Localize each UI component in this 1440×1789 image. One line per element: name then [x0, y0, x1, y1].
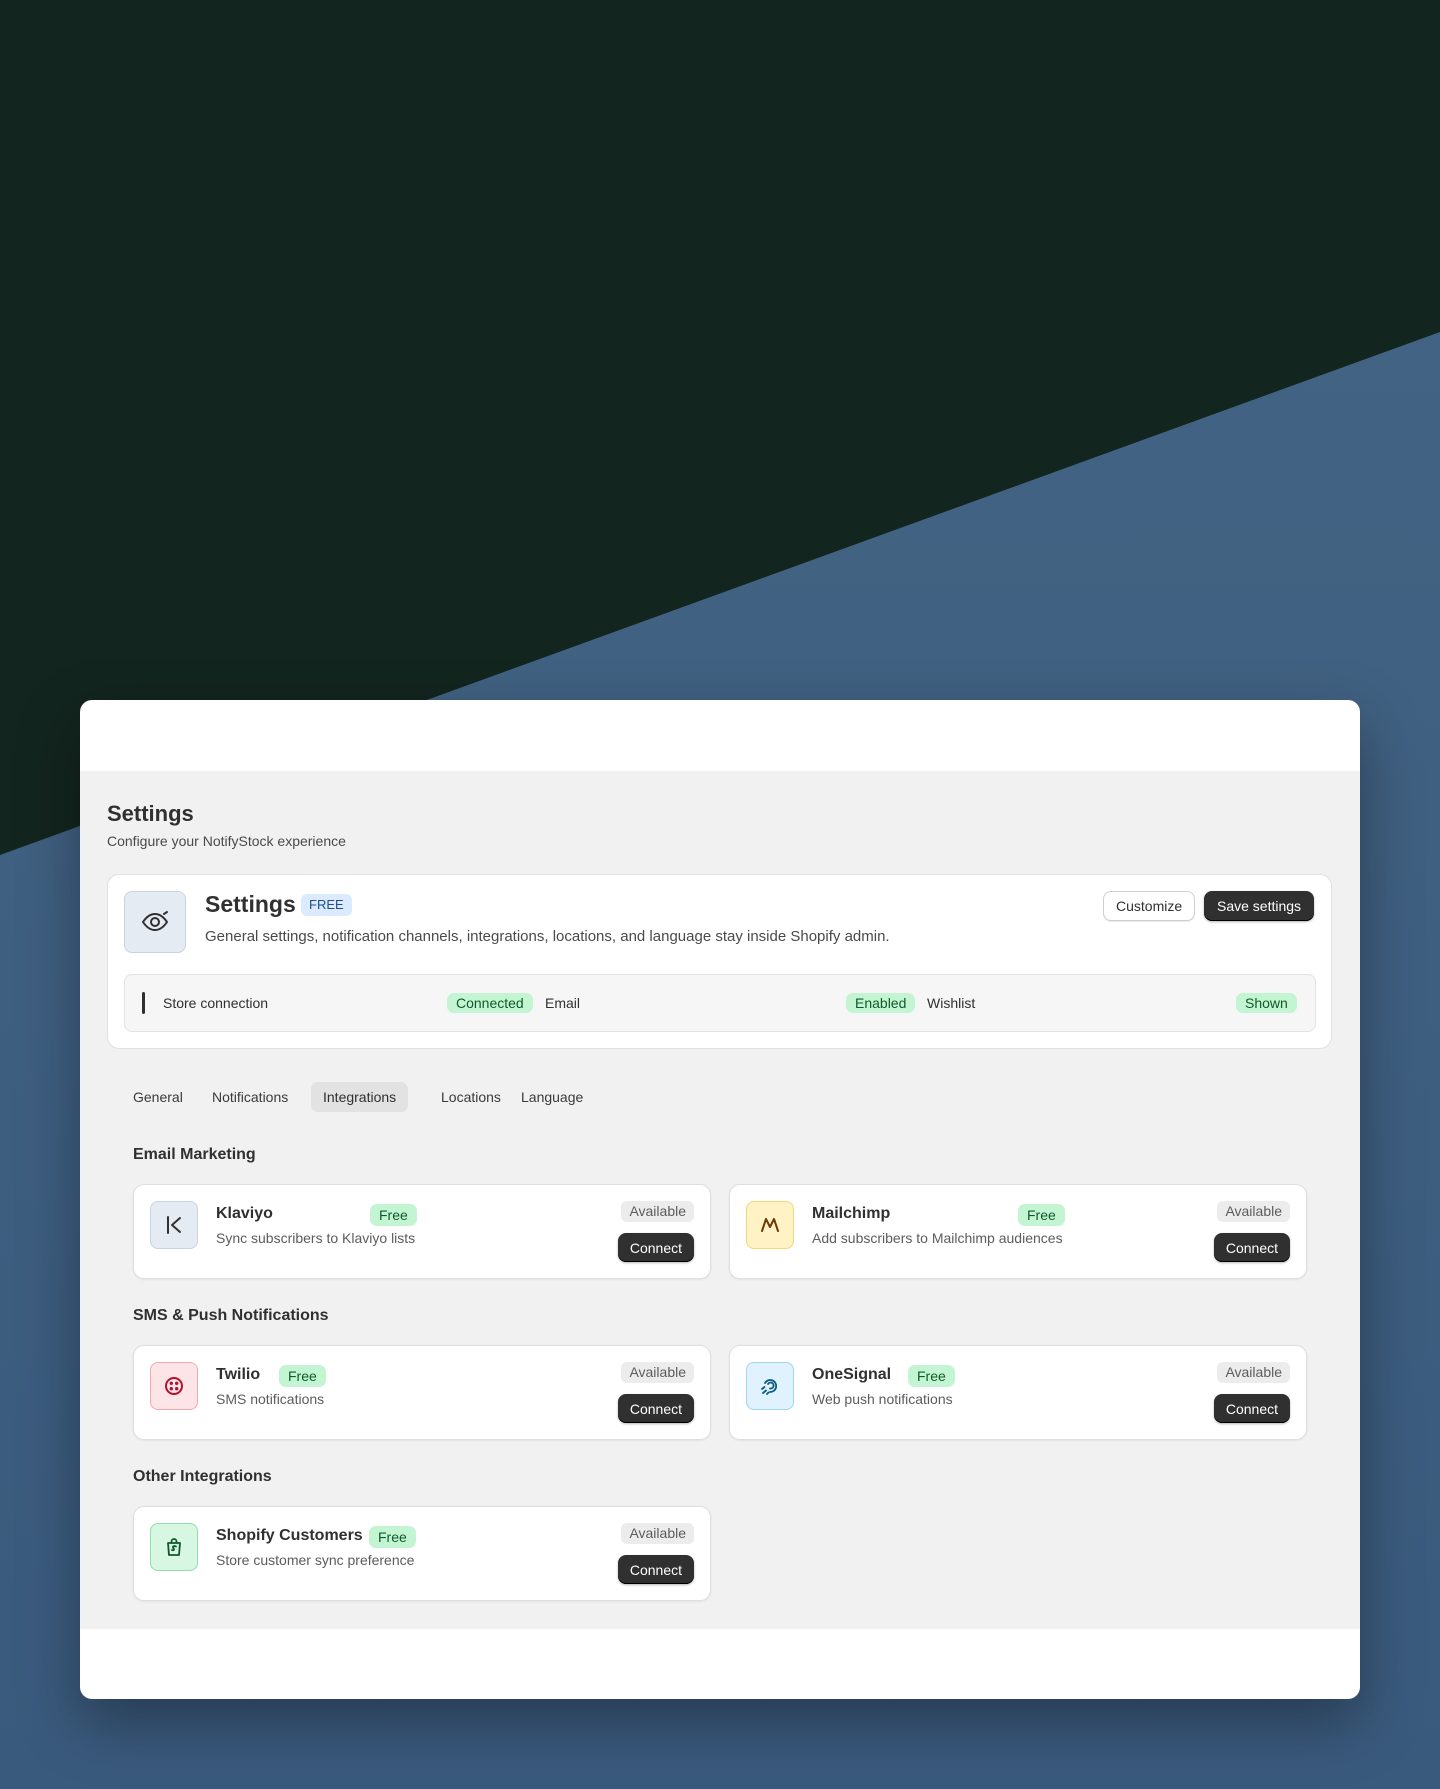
status-accent-bar [142, 992, 145, 1014]
tab-integrations[interactable]: Integrations [311, 1082, 409, 1112]
availability-badge: Available [621, 1523, 694, 1544]
settings-page: Settings Configure your NotifyStock expe… [80, 771, 1360, 1629]
integration-name: OneSignal [812, 1366, 892, 1383]
integration-name: Klaviyo [216, 1205, 273, 1222]
price-badge: Free [370, 1204, 417, 1226]
klaviyo-icon [150, 1201, 198, 1249]
onesignal-icon [746, 1362, 794, 1410]
status-badge-store-connection: Connected [447, 993, 533, 1013]
app-window: Settings Configure your NotifyStock expe… [80, 700, 1360, 1699]
section-title-email-marketing: Email Marketing [133, 1146, 256, 1163]
tab-general[interactable]: General [121, 1082, 195, 1112]
integration-description: Sync subscribers to Klaviyo lists [216, 1230, 416, 1246]
connect-mailchimp-button[interactable]: Connect [1213, 1233, 1290, 1262]
status-label-email: Email [545, 995, 581, 1011]
integration-card-shopify-customers: Shopify Customers Free Store customer sy… [133, 1506, 711, 1601]
connect-klaviyo-button[interactable]: Connect [617, 1233, 694, 1262]
shopify-bag-icon [150, 1523, 198, 1571]
customize-button[interactable]: Customize [1103, 891, 1196, 921]
tab-locations[interactable]: Locations [429, 1082, 513, 1112]
price-badge: Free [279, 1365, 326, 1387]
integration-description: Add subscribers to Mailchimp audiences [812, 1230, 1063, 1246]
status-label-store-connection: Store connection [163, 995, 269, 1011]
connect-onesignal-button[interactable]: Connect [1213, 1394, 1290, 1423]
tab-notifications[interactable]: Notifications [200, 1082, 300, 1112]
availability-badge: Available [621, 1201, 694, 1222]
price-badge: Free [1018, 1204, 1065, 1226]
integration-card-twilio: Twilio Free SMS notifications Available … [133, 1345, 711, 1440]
price-badge: Free [908, 1365, 955, 1387]
integration-description: Web push notifications [812, 1391, 953, 1407]
hero-description: General settings, notification channels,… [205, 928, 890, 945]
twilio-icon [150, 1362, 198, 1410]
price-badge: Free [369, 1526, 416, 1548]
tab-language[interactable]: Language [509, 1082, 595, 1112]
status-summary: Store connection Connected Email Enabled… [124, 974, 1316, 1032]
integration-card-onesignal: OneSignal Free Web push notifications Av… [729, 1345, 1307, 1440]
integration-name: Twilio [216, 1366, 261, 1383]
integration-card-klaviyo: Klaviyo Free Sync subscribers to Klaviyo… [133, 1184, 711, 1279]
availability-badge: Available [1217, 1362, 1290, 1383]
mailchimp-icon [746, 1201, 794, 1249]
integration-card-mailchimp: Mailchimp Free Add subscribers to Mailch… [729, 1184, 1307, 1279]
plan-badge: FREE [301, 894, 352, 916]
save-settings-button[interactable]: Save settings [1204, 891, 1315, 921]
status-badge-email: Enabled [846, 993, 916, 1013]
integration-description: Store customer sync preference [216, 1552, 415, 1568]
connect-twilio-button[interactable]: Connect [617, 1394, 694, 1423]
section-title-other-integrations: Other Integrations [133, 1468, 272, 1485]
section-title-sms-push: SMS & Push Notifications [133, 1307, 329, 1324]
status-label-wishlist: Wishlist [927, 995, 976, 1011]
integration-description: SMS notifications [216, 1391, 325, 1407]
integration-name: Shopify Customers [216, 1527, 363, 1544]
connect-shopify-customers-button[interactable]: Connect [617, 1555, 694, 1584]
page-title: Settings [107, 801, 194, 826]
settings-hero-card: Settings FREE General settings, notifica… [107, 874, 1332, 1049]
integration-name: Mailchimp [812, 1205, 891, 1222]
eye-icon [124, 891, 186, 953]
hero-title: Settings [205, 891, 296, 917]
status-badge-wishlist: Shown [1236, 993, 1297, 1013]
page-subtitle: Configure your NotifyStock experience [107, 833, 346, 849]
availability-badge: Available [621, 1362, 694, 1383]
availability-badge: Available [1217, 1201, 1290, 1222]
